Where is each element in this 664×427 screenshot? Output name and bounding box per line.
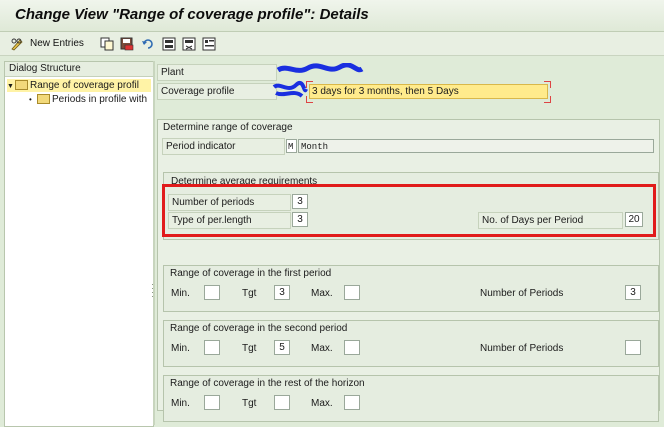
expand-triangle-icon[interactable]: ▼ [7, 80, 15, 93]
group-title: Determine range of coverage [163, 122, 293, 133]
pencil-glasses-icon [10, 37, 24, 51]
deselect-button[interactable] [182, 35, 196, 52]
tree-item-label: Periods in profile with [52, 94, 148, 105]
max-label: Max. [311, 288, 333, 299]
group-title: Range of coverage in the rest of the hor… [170, 378, 365, 389]
second-tgt-field[interactable]: 5 [274, 340, 290, 355]
tree-item-label: Range of coverage profil [30, 80, 139, 91]
tgt-label: Tgt [242, 343, 257, 354]
dialog-structure-panel: Dialog Structure ▼ Range of coverage prof… [4, 61, 154, 427]
redacted-plant-scribble [276, 63, 364, 73]
tree-item-periods-in-profile[interactable]: • Periods in profile with [29, 93, 151, 106]
min-label: Min. [171, 343, 190, 354]
copy-button[interactable] [100, 35, 114, 52]
highlight-annotation-frame [162, 184, 656, 237]
first-num-periods-field[interactable]: 3 [625, 285, 641, 300]
tgt-label: Tgt [242, 398, 257, 409]
rest-tgt-field[interactable] [274, 395, 290, 410]
group-title: Range of coverage in the second period [170, 323, 348, 334]
field-corner-marker [544, 96, 551, 103]
folder-icon [37, 94, 50, 105]
rest-max-field[interactable] [344, 395, 360, 410]
period-indicator-label: Period indicator [162, 138, 285, 155]
new-entries-label: New Entries [30, 38, 84, 49]
number-of-periods-label: Number of Periods [480, 343, 564, 354]
undo-icon [141, 37, 155, 51]
first-tgt-field[interactable]: 3 [274, 285, 290, 300]
rest-min-field[interactable] [204, 395, 220, 410]
redacted-profile-scribble [272, 81, 308, 98]
bullet-icon: • [29, 95, 32, 104]
splitter-grip-icon[interactable]: · · · · [151, 280, 154, 301]
new-entries-button[interactable]: New Entries [10, 35, 84, 52]
first-max-field[interactable] [344, 285, 360, 300]
save-as-button[interactable] [120, 35, 134, 52]
coverage-profile-label: Coverage profile [157, 83, 277, 100]
undo-button[interactable] [141, 35, 155, 52]
period-indicator-text-field: Month [298, 139, 654, 153]
select-all-button[interactable] [162, 35, 176, 52]
plant-label: Plant [157, 64, 277, 81]
min-label: Min. [171, 398, 190, 409]
variant-icon [202, 37, 216, 51]
field-corner-marker [306, 96, 313, 103]
folder-open-icon [15, 80, 28, 91]
group-title: Range of coverage in the first period [170, 268, 332, 279]
field-corner-marker [544, 81, 551, 88]
max-label: Max. [311, 398, 333, 409]
tgt-label: Tgt [242, 288, 257, 299]
first-period-group: Range of coverage in the first period [163, 265, 659, 312]
min-label: Min. [171, 288, 190, 299]
second-max-field[interactable] [344, 340, 360, 355]
period-indicator-code-field[interactable]: M [286, 139, 297, 153]
max-label: Max. [311, 343, 333, 354]
page-title: Change View "Range of coverage profile":… [15, 6, 369, 23]
application-toolbar: New Entries [0, 32, 664, 56]
deselect-icon [182, 37, 196, 51]
variant-button[interactable] [202, 35, 216, 52]
number-of-periods-label: Number of Periods [480, 288, 564, 299]
tree-item-range-of-coverage-profile[interactable]: ▼ Range of coverage profil [7, 79, 151, 92]
dialog-structure-header: Dialog Structure [5, 62, 153, 77]
first-min-field[interactable] [204, 285, 220, 300]
copy-icon [100, 37, 114, 51]
coverage-profile-description-field[interactable]: 3 days for 3 months, then 5 Days [309, 84, 548, 99]
second-min-field[interactable] [204, 340, 220, 355]
save-as-icon [120, 37, 134, 51]
title-bar: Change View "Range of coverage profile":… [0, 0, 664, 32]
select-all-icon [162, 37, 176, 51]
pane-splitter[interactable] [153, 61, 155, 425]
second-period-group: Range of coverage in the second period [163, 320, 659, 367]
field-corner-marker [306, 81, 313, 88]
rest-of-horizon-group: Range of coverage in the rest of the hor… [163, 375, 659, 422]
second-num-periods-field[interactable] [625, 340, 641, 355]
